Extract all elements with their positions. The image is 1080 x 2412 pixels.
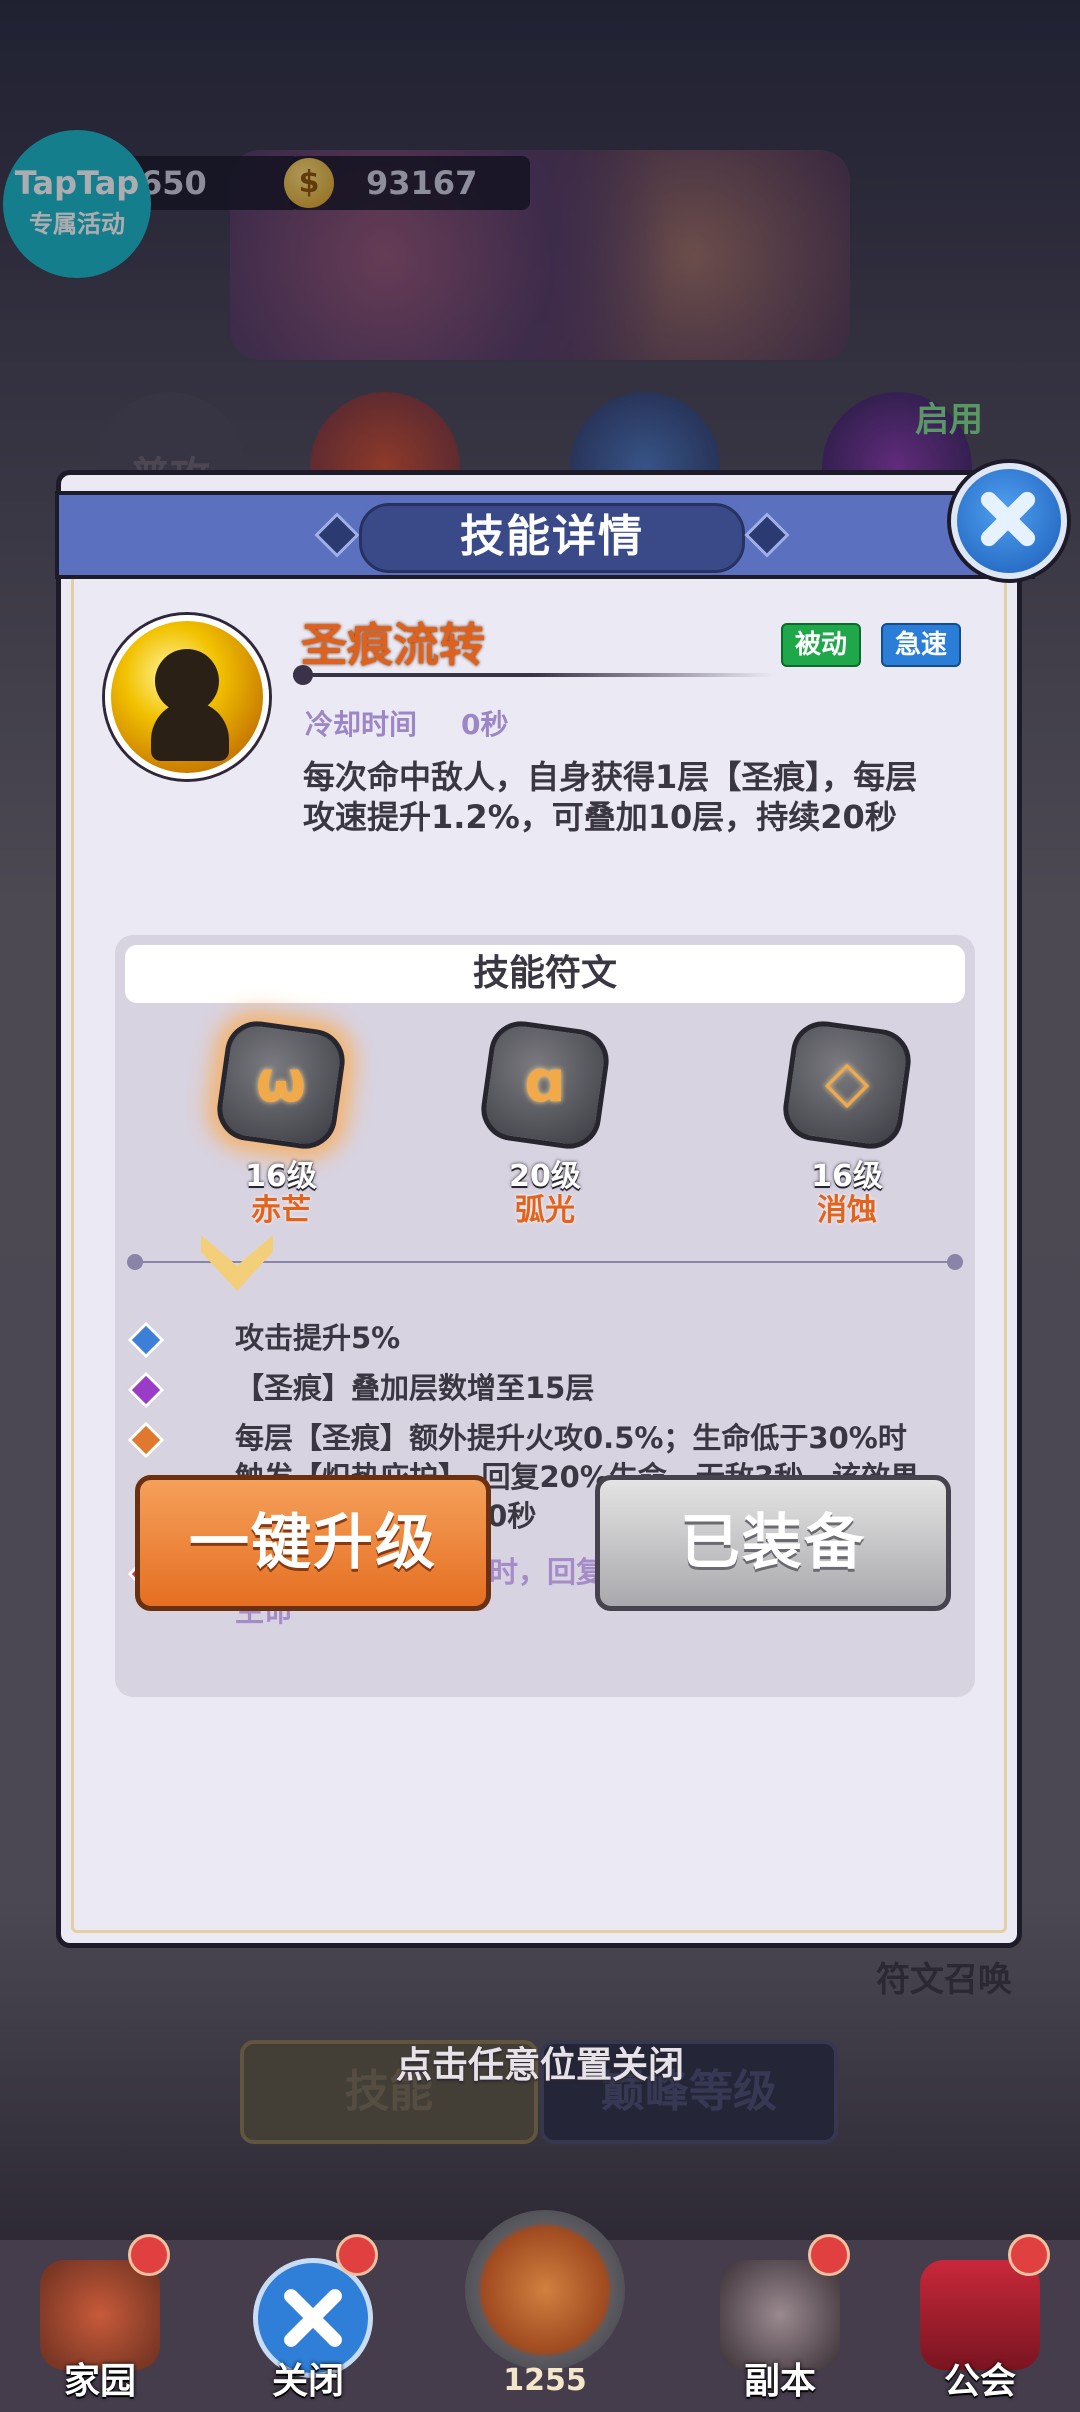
rune-glyph: ◇: [824, 1047, 870, 1115]
effect-text: 【圣痕】叠加层数增至15层: [235, 1371, 595, 1405]
rune-name: 赤芒: [251, 1193, 311, 1228]
chevron-down-icon: [201, 1235, 273, 1291]
nav-home[interactable]: 家园: [0, 2234, 200, 2412]
nav-label: 关闭: [271, 2361, 344, 2402]
nav-guild[interactable]: 公会: [880, 2234, 1080, 2412]
haste-tag: 急速: [881, 623, 962, 667]
modal-title: 技能详情: [359, 503, 745, 573]
notification-dot: [336, 2234, 378, 2276]
rune-name: 消蚀: [817, 1193, 877, 1228]
figure-body: [151, 701, 229, 761]
header-ornament: [314, 512, 360, 558]
skill-icon: [105, 615, 269, 779]
battle-emblem-icon: [465, 2210, 625, 2370]
rune-section-title: 技能符文: [125, 945, 965, 1003]
modal-header: 技能详情: [55, 491, 1035, 579]
header-ornament: [744, 512, 790, 558]
name-divider: [293, 665, 773, 685]
nav-dungeon[interactable]: 副本: [680, 2234, 880, 2412]
nav-label: 公会: [943, 2361, 1016, 2402]
nav-label: 副本: [743, 2361, 816, 2402]
diamond-icon: [127, 1421, 165, 1459]
diamond-icon: [127, 1321, 165, 1359]
rune-name: 弧光: [515, 1193, 575, 1228]
skill-description: 每次命中敌人，自身获得1层【圣痕】，每层攻速提升1.2%，可叠加10层，持续20…: [303, 758, 918, 836]
rune-slot[interactable]: ɑ 20级 弧光: [465, 1017, 625, 1228]
nav-label: 家园: [63, 2361, 136, 2402]
passive-tag: 被动: [781, 623, 862, 667]
notification-dot: [1008, 2234, 1050, 2276]
skill-detail-modal: 技能详情 圣痕流转 被动 急速 冷却时间 0秒 每次命中敌人，自身获得1层【圣痕…: [55, 463, 1067, 1948]
battle-count: 1255: [503, 2363, 587, 2398]
rune-slot[interactable]: ◇ 16级 消蚀: [767, 1017, 927, 1228]
rune-glyph: ɑ: [524, 1047, 566, 1115]
diamond-icon: [127, 1371, 165, 1409]
cooldown-label: 冷却时间: [305, 708, 418, 741]
effect-text: 攻击提升5%: [235, 1321, 401, 1355]
nav-battle[interactable]: 1255: [430, 2190, 660, 2412]
nav-close[interactable]: 关闭: [208, 2234, 408, 2412]
rune-glyph: ω: [255, 1047, 307, 1115]
equipped-button[interactable]: 已装备: [595, 1475, 951, 1611]
upgrade-all-button[interactable]: 一键升级: [135, 1475, 491, 1611]
close-hint: 点击任意位置关闭: [395, 2045, 684, 2086]
notification-dot: [128, 2234, 170, 2276]
close-button[interactable]: [951, 463, 1067, 579]
rune-slot[interactable]: ω 16级 赤芒: [201, 1017, 361, 1228]
notification-dot: [808, 2234, 850, 2276]
cooldown-value: 0秒: [461, 708, 509, 741]
skill-name: 圣痕流转: [301, 618, 485, 672]
